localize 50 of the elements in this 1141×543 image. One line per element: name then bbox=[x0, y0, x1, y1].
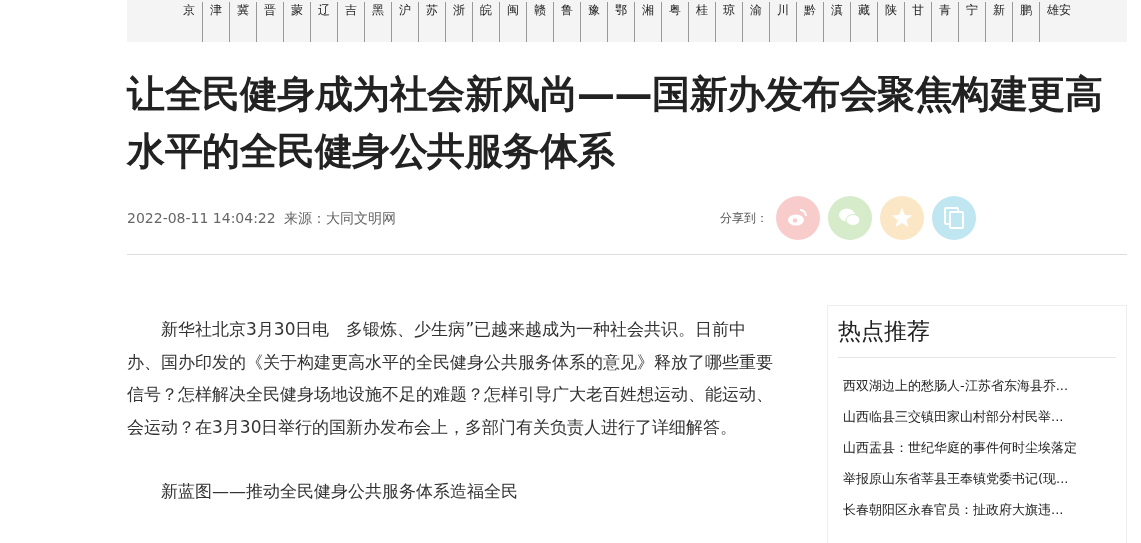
region-link[interactable]: 甘 bbox=[904, 2, 931, 42]
region-link[interactable]: 浙 bbox=[445, 2, 472, 42]
region-link[interactable]: 川 bbox=[769, 2, 796, 42]
region-link[interactable]: 蒙 bbox=[283, 2, 310, 42]
share-button[interactable] bbox=[828, 196, 872, 240]
region-link[interactable]: 青 bbox=[931, 2, 958, 42]
sidebar-title: 热点推荐 bbox=[838, 314, 1116, 358]
region-link[interactable]: 豫 bbox=[580, 2, 607, 42]
share-button[interactable] bbox=[776, 196, 820, 240]
region-link[interactable]: 吉 bbox=[337, 2, 364, 42]
share-label: 分享到： bbox=[720, 210, 768, 227]
news-link[interactable]: 山西盂县：世纪华庭的事件何时尘埃落定 bbox=[838, 431, 1116, 463]
region-link[interactable]: 苏 bbox=[418, 2, 445, 42]
region-link[interactable]: 鹏 bbox=[1012, 2, 1039, 42]
news-link[interactable]: 山西临县三交镇田家山村部分村民举... bbox=[838, 400, 1116, 432]
region-link[interactable]: 皖 bbox=[472, 2, 499, 42]
region-link[interactable]: 滇 bbox=[823, 2, 850, 42]
region-link[interactable]: 新 bbox=[985, 2, 1012, 42]
article-paragraph: 新蓝图——推动全民健身公共服务体系造福全民 bbox=[160, 480, 519, 503]
region-link[interactable]: 晋 bbox=[256, 2, 283, 42]
news-link[interactable]: 西双湖边上的愁肠人-江苏省东海县乔... bbox=[838, 369, 1116, 401]
region-link[interactable]: 粤 bbox=[661, 2, 688, 42]
region-link[interactable]: 赣 bbox=[526, 2, 553, 42]
region-link[interactable]: 津 bbox=[202, 2, 229, 42]
article-paragraph: 新华社北京3月30日电 多锻炼、少生病”已越来越成为一种社会共识。日前中办、国办印发的《关于构建更高水平的全民健身公共服务体系的意见》释放了哪些重要信号？怎样解决全民健身场地设施不足的难题？怎样引导广大老百姓想运动、能运动、会运动？在3月30日举行的国新办发布会上，多部门有关负责人进行了详细解答。 bbox=[127, 318, 774, 439]
copy-icon bbox=[942, 206, 966, 230]
news-link[interactable]: 长春朝阳区永春官员：扯政府大旗违... bbox=[838, 493, 1116, 525]
region-link[interactable]: 桂 bbox=[688, 2, 715, 42]
region-link[interactable]: 京 bbox=[176, 2, 202, 42]
region-link[interactable]: 鲁 bbox=[553, 2, 580, 42]
region-link[interactable]: 雄安 bbox=[1039, 2, 1078, 42]
region-link[interactable]: 湘 bbox=[634, 2, 661, 42]
region-link[interactable]: 宁 bbox=[958, 2, 985, 42]
region-link[interactable]: 辽 bbox=[310, 2, 337, 42]
publish-date: 2022-08-11 14:04:22 bbox=[127, 208, 276, 228]
news-link[interactable]: 举报原山东省莘县王奉镇党委书记(现... bbox=[838, 462, 1116, 494]
share-button[interactable] bbox=[880, 196, 924, 240]
region-link[interactable]: 渝 bbox=[742, 2, 769, 42]
region-link[interactable]: 鄂 bbox=[607, 2, 634, 42]
region-link[interactable]: 冀 bbox=[229, 2, 256, 42]
region-link[interactable]: 黑 bbox=[364, 2, 391, 42]
region-link[interactable]: 沪 bbox=[391, 2, 418, 42]
region-link[interactable]: 黔 bbox=[796, 2, 823, 42]
region-link[interactable]: 琼 bbox=[715, 2, 742, 42]
region-link[interactable]: 藏 bbox=[850, 2, 877, 42]
region-link[interactable]: 陕 bbox=[877, 2, 904, 42]
article-source: 来源：大同文明网 bbox=[283, 208, 396, 228]
share-button[interactable] bbox=[932, 196, 976, 240]
article-title: 让全民健身成为社会新风尚——国新办发布会聚焦构建更高水平的全民健身公共服务体系 bbox=[127, 71, 1103, 175]
region-link[interactable]: 闽 bbox=[499, 2, 526, 42]
